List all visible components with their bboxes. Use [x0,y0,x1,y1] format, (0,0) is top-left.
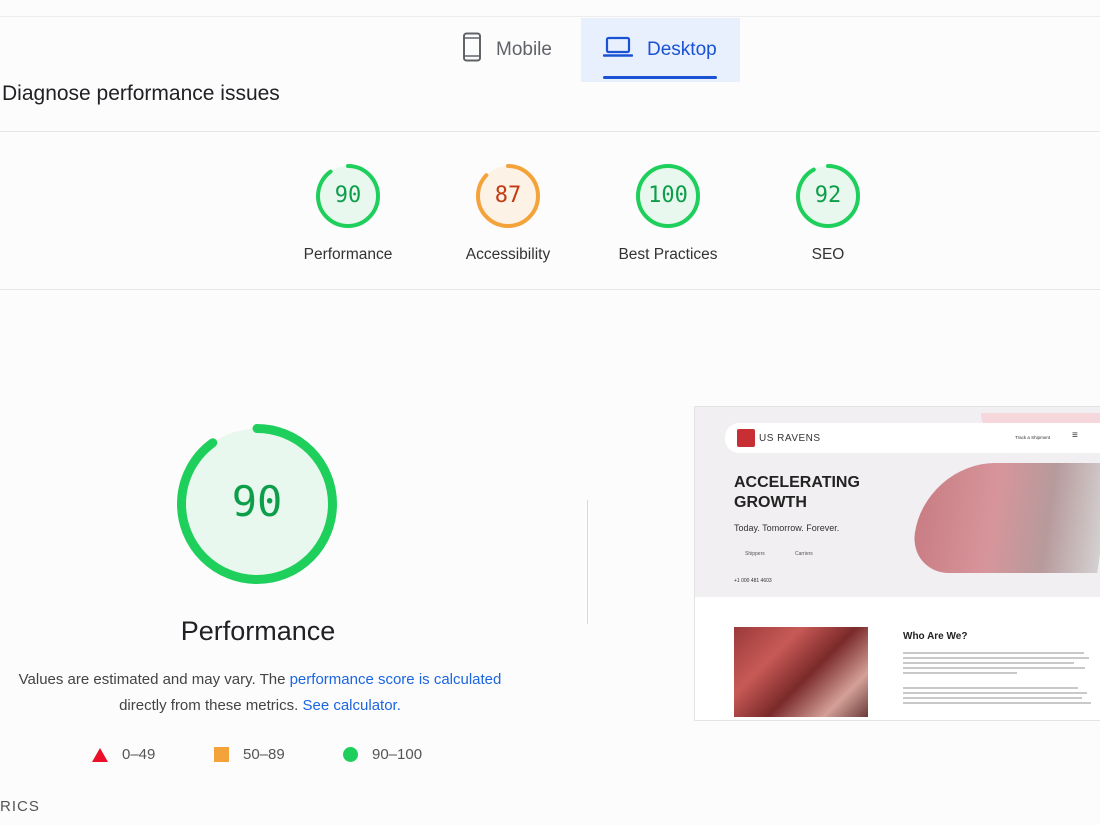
vertical-separator [587,500,588,624]
description-text: directly from these metrics. [119,697,303,714]
divider [0,289,1100,290]
top-border [0,16,1100,17]
seo-score-gauge[interactable]: 92 [795,163,861,229]
score-value: 92 [814,183,842,208]
performance-score-gauge[interactable]: 90 [315,163,381,229]
seo-score-label[interactable]: SEO [748,246,908,264]
screenshot-logo-text: US RAVENS [759,433,821,444]
accessibility-score-gauge[interactable]: 87 [475,163,541,229]
legend-pass: 90–100 [343,746,422,763]
see-calculator-link[interactable]: See calculator. [302,697,400,714]
screenshot-photo [734,627,868,717]
screenshot-phone: +1 000 481 4603 [734,578,772,584]
performance-score-link[interactable]: performance score is calculated [290,671,502,688]
circle-icon [343,747,358,762]
active-tab-indicator [603,76,717,79]
score-value: 100 [648,183,688,208]
tab-mobile[interactable]: Mobile [450,18,580,82]
divider [0,131,1100,132]
page-screenshot: US RAVENS Track a Shipment ≡ ACCELERATIN… [694,406,1100,721]
performance-description-line2: directly from these metrics. See calcula… [0,697,520,714]
phone-icon [462,32,482,68]
hamburger-icon: ≡ [1072,430,1078,441]
tab-mobile-label: Mobile [496,39,552,60]
legend-pass-label: 90–100 [372,746,423,763]
screenshot-link-shippers: Shippers [745,551,765,557]
square-icon [214,747,229,762]
performance-description-line1: Values are estimated and may vary. The p… [0,671,520,688]
metrics-heading: RICS [0,798,40,815]
screenshot-paragraph [903,687,1093,707]
tab-desktop-label: Desktop [647,39,717,60]
legend-fail: 0–49 [92,746,155,763]
laptop-icon [602,36,634,64]
best-practices-score-gauge[interactable]: 100 [635,163,701,229]
screenshot-tagline: Today. Tomorrow. Forever. [734,523,840,533]
logo-icon [737,429,755,447]
screenshot-nav-link: Track a Shipment [1015,435,1051,440]
accessibility-score-label[interactable]: Accessibility [428,246,588,264]
screenshot-paragraph [903,652,1093,677]
legend-average: 50–89 [214,746,285,763]
score-value: 90 [231,477,283,526]
score-value: 87 [494,183,522,208]
performance-big-gauge: 90 [176,423,338,585]
tab-desktop[interactable]: Desktop [581,18,740,82]
section-title: Diagnose performance issues [2,82,280,105]
screenshot-link-carriers: Carriers [795,551,813,557]
legend-fail-label: 0–49 [122,746,156,763]
performance-score-label[interactable]: Performance [268,246,428,264]
legend-average-label: 50–89 [243,746,285,763]
score-value: 90 [334,183,362,208]
screenshot-who-title: Who Are We? [903,631,968,642]
screenshot-headline: ACCELERATING GROWTH [734,474,860,511]
performance-title: Performance [180,616,336,646]
description-text: Values are estimated and may vary. The [18,671,290,688]
best-practices-score-label[interactable]: Best Practices [588,246,748,264]
triangle-icon [92,747,108,762]
